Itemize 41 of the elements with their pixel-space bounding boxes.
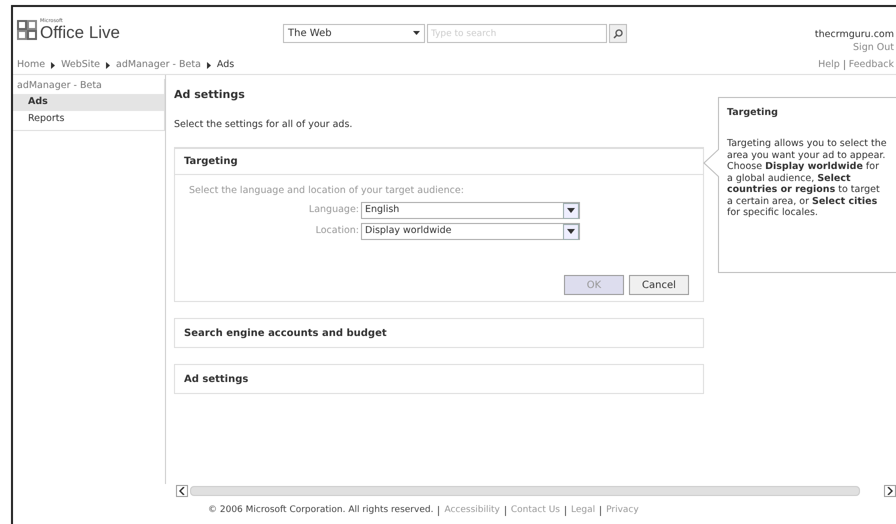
scrollbar-thumb[interactable] [190, 486, 860, 496]
footer-link[interactable]: Privacy [606, 504, 639, 518]
dropdown-arrow-icon [413, 31, 420, 36]
breadcrumb-arrow-icon [206, 62, 211, 68]
page-intro: Select the settings for all of your ads. [174, 118, 354, 132]
section-header[interactable]: Search engine accounts and budget [175, 319, 703, 347]
scroll-left-button[interactable] [176, 485, 188, 497]
header-link[interactable]: Help [818, 58, 840, 71]
search-icon [613, 28, 623, 38]
search-scope-dropdown[interactable]: The Web [283, 24, 425, 43]
search-button[interactable] [609, 24, 627, 43]
breadcrumb-arrow-icon [51, 62, 56, 68]
footer-link[interactable]: Legal [571, 504, 596, 518]
help-title: Targeting [727, 106, 779, 120]
header-link[interactable]: Feedback [848, 58, 894, 71]
scroll-right-button[interactable] [884, 485, 896, 497]
sidebar-title: adManager - Beta [16, 79, 103, 93]
account-name: thecrmguru.com [814, 28, 894, 41]
select-field[interactable]: Display worldwide [361, 223, 580, 240]
help-text: Targeting allows you to select the area you want your ad to appear. Choose Display worldwide for a global audience, Select countries or regions to target a certain area, or Select cities for specific locales. [727, 138, 887, 219]
breadcrumb-arrow-icon [106, 62, 110, 68]
section-header[interactable]: Ad settings [175, 365, 703, 393]
logo-text: Office Live [40, 24, 120, 41]
field-label: Location: [314, 224, 360, 238]
select-field[interactable]: English [361, 202, 580, 219]
logo-icon [17, 20, 37, 40]
breadcrumb-link[interactable]: Ads [216, 58, 234, 72]
field-label: Language: [308, 203, 360, 218]
breadcrumb-link[interactable]: Home [17, 58, 46, 72]
breadcrumb-link[interactable]: adManager - Beta [116, 58, 201, 72]
section-header[interactable]: Targeting [175, 148, 703, 175]
page-title: Ad settings [174, 87, 246, 103]
footer-link[interactable]: Contact Us [510, 504, 560, 518]
sign-out-link[interactable]: Sign Out [853, 41, 894, 54]
footer-link[interactable]: Accessibility [444, 504, 500, 518]
dialog-button[interactable]: Cancel [629, 275, 689, 295]
sidebar-item[interactable]: Reports [13, 111, 164, 128]
breadcrumb-link[interactable]: WebSite [61, 58, 100, 72]
copyright-text: © 2006 Microsoft Corporation. All rights reserved. [208, 504, 434, 518]
targeting-prompt: Select the language and location of your target audience: [189, 184, 465, 198]
sidebar-item[interactable]: Ads [13, 94, 164, 111]
